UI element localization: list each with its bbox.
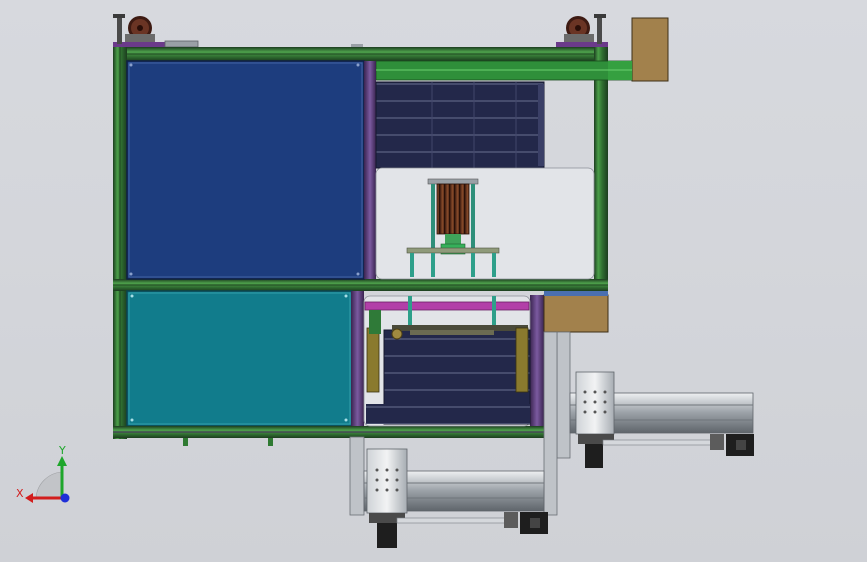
purple-post-upper xyxy=(364,61,376,279)
upper-tray-stack xyxy=(375,81,545,169)
axis-y-label: Y xyxy=(58,444,66,457)
caster-top-right xyxy=(556,14,608,48)
cad-assembly-viewport[interactable]: Y X xyxy=(0,0,867,562)
lower-tray-stack xyxy=(363,295,531,427)
lower-frame xyxy=(126,290,353,427)
axis-x-label: X xyxy=(16,487,24,500)
motor-housing-top-right xyxy=(631,17,669,82)
control-box-mid-right xyxy=(543,294,609,333)
linear-module-right xyxy=(556,331,754,468)
upper-cavity xyxy=(375,167,595,280)
purple-post-lower-right xyxy=(530,295,544,437)
caster-top-left xyxy=(113,14,199,48)
axis-triad xyxy=(25,456,70,503)
upper-panel xyxy=(126,60,365,280)
purple-post-lower-left xyxy=(351,291,364,437)
